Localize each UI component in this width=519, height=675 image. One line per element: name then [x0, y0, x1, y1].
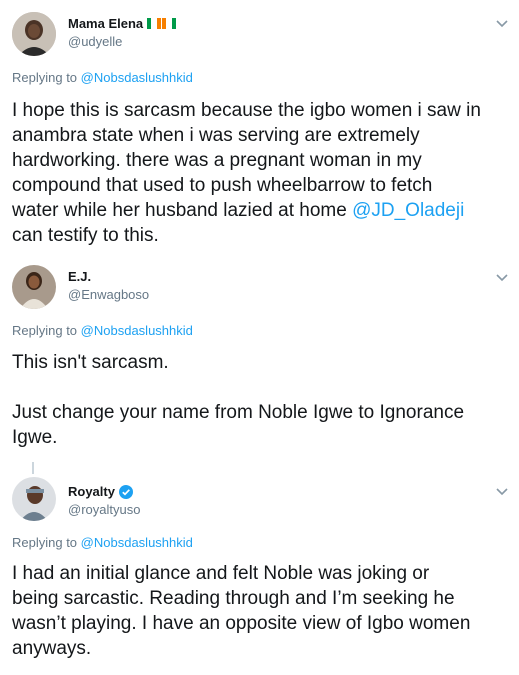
display-name-text: Royalty — [68, 484, 115, 499]
verified-badge-icon — [118, 484, 133, 499]
display-name[interactable]: Royalty — [68, 484, 133, 499]
tweet-1[interactable]: Mama Elena @udyelle Replying to @Nobsdas… — [0, 0, 519, 262]
chevron-down-icon[interactable] — [495, 270, 509, 284]
user-handle[interactable]: @royaltyuso — [68, 502, 140, 517]
tweet-text: I hope this is sarcasm because the igbo … — [12, 98, 507, 248]
tweet-line-text: water while her husband lazied at home — [12, 200, 353, 221]
avatar[interactable] — [12, 477, 56, 521]
tweet-2[interactable]: E.J. @Enwagboso Replying to @Nobsdaslush… — [0, 262, 519, 462]
tweet-3[interactable]: Royalty @royaltyuso Replying to @Nobsdas… — [0, 474, 519, 675]
replying-to-link[interactable]: @Nobsdaslushhkid — [81, 70, 193, 85]
tweet-line: compound that used to push wheelbarrow t… — [12, 175, 433, 196]
mention-link[interactable]: @JD_Oladeji — [352, 200, 464, 221]
tweet-line: wasn’t playing. I have an opposite view … — [12, 613, 471, 634]
replying-to-link[interactable]: @Nobsdaslushhkid — [81, 323, 193, 338]
user-handle[interactable]: @Enwagboso — [68, 287, 149, 302]
avatar-image — [12, 265, 56, 309]
replying-prefix: Replying to — [12, 535, 78, 550]
user-handle[interactable]: @udyelle — [68, 34, 122, 49]
tweet-line: hardworking. there was a pregnant woman … — [12, 150, 422, 171]
tweet-line: anyways. — [12, 638, 92, 659]
tweet-line: can testify to this. — [12, 225, 159, 246]
tweet-line: water while her husband lazied at home @… — [12, 198, 507, 223]
tweet-line: This isn't sarcasm. — [12, 352, 169, 373]
tweet-line: Just change your name from Noble Igwe to… — [12, 402, 465, 423]
avatar-image — [12, 12, 56, 56]
display-name[interactable]: Mama Elena — [68, 16, 177, 31]
ivory-coast-flag-icon — [147, 18, 177, 29]
replying-to-link[interactable]: @Nobsdaslushhkid — [81, 535, 193, 550]
display-name[interactable]: E.J. — [68, 269, 91, 284]
avatar-image — [12, 477, 56, 521]
replying-prefix: Replying to — [12, 323, 78, 338]
replying-to: Replying to @Nobsdaslushhkid — [12, 70, 193, 85]
replying-prefix: Replying to — [12, 70, 78, 85]
replying-to: Replying to @Nobsdaslushhkid — [12, 323, 193, 338]
tweet-line: Igwe. — [12, 427, 58, 448]
display-name-text: Mama Elena — [68, 16, 144, 31]
replying-to: Replying to @Nobsdaslushhkid — [12, 535, 193, 550]
tweet-text: This isn't sarcasm. Just change your nam… — [12, 350, 507, 450]
chevron-down-icon[interactable] — [495, 16, 509, 30]
display-name-text: E.J. — [68, 269, 92, 284]
chevron-down-icon[interactable] — [495, 484, 509, 498]
thread-connector — [32, 462, 34, 474]
avatar[interactable] — [12, 12, 56, 56]
tweet-line: I had an initial glance and felt Noble w… — [12, 563, 430, 584]
tweet-line: I hope this is sarcasm because the igbo … — [12, 100, 481, 121]
tweet-line: anambra state when i was serving are ext… — [12, 125, 420, 146]
tweet-line: being sarcastic. Reading through and I’m… — [12, 588, 455, 609]
avatar[interactable] — [12, 265, 56, 309]
tweet-text: I had an initial glance and felt Noble w… — [12, 561, 507, 661]
